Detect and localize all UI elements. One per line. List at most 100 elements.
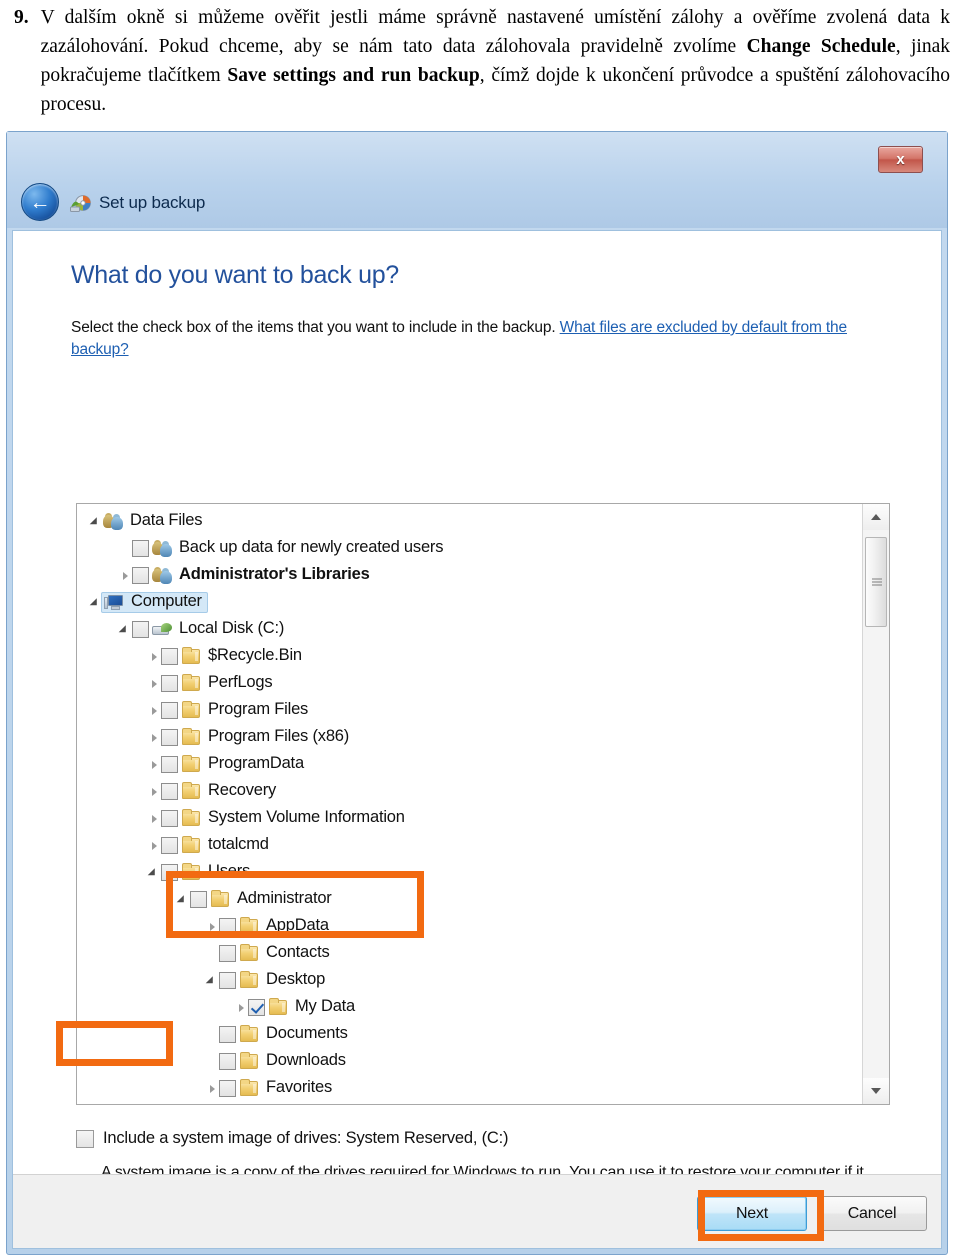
folder-icon [239,1024,260,1044]
scroll-up-icon[interactable] [863,504,889,530]
instruction-text: Select the check box of the items that y… [71,317,881,361]
tree-item-content[interactable]: Contacts [219,943,330,963]
chevron-right-icon[interactable] [145,757,161,773]
tree-row[interactable]: Administrator's Libraries [77,562,862,589]
tree-item-label: Desktop [266,970,326,989]
include-system-image-checkbox[interactable] [76,1129,94,1148]
tree-item-content[interactable]: Administrator [190,889,332,909]
tree-item-checkbox[interactable] [190,891,207,908]
tree-row[interactable]: My Data [77,994,862,1021]
tree-item-content[interactable]: Data Files [103,512,202,531]
tree-item-content[interactable]: Desktop [219,970,326,990]
next-button[interactable]: Next [697,1196,807,1231]
chevron-right-icon[interactable] [145,649,161,665]
tree-item-content[interactable]: Favorites [219,1078,333,1098]
tree-item-checkbox[interactable] [161,675,178,692]
chevron-right-icon[interactable] [203,1081,219,1097]
tree-item-checkbox[interactable] [219,972,236,989]
chevron-down-icon[interactable] [116,622,132,638]
tree-expander-placeholder [203,1054,219,1070]
tree-item-content[interactable]: Administrator's Libraries [132,566,370,585]
chevron-right-icon[interactable] [116,568,132,584]
page-title: What do you want to back up? [71,261,399,289]
chevron-right-icon[interactable] [232,1000,248,1016]
tree-row[interactable]: Computer [77,589,862,616]
tree-item-checkbox[interactable] [219,918,236,935]
scrollbar-thumb[interactable] [865,537,887,627]
tree-row[interactable]: Users [77,859,862,886]
include-system-image-row[interactable]: Include a system image of drives: System… [76,1129,509,1148]
tree-row[interactable]: Documents [77,1021,862,1048]
tree-row[interactable]: Contacts [77,940,862,967]
tree-item-checkbox[interactable] [248,999,265,1016]
tree-item-content[interactable]: My Data [248,997,355,1017]
chevron-down-icon[interactable] [174,892,190,908]
tree-item-checkbox[interactable] [161,783,178,800]
tree-item-checkbox[interactable] [161,837,178,854]
tree-item-checkbox[interactable] [161,729,178,746]
tree-item-checkbox[interactable] [132,567,149,584]
chevron-down-icon[interactable] [145,865,161,881]
chevron-right-icon[interactable] [145,784,161,800]
tree-item-content[interactable]: Back up data for newly created users [132,539,443,558]
tree-row[interactable]: Back up data for newly created users [77,535,862,562]
tree-item-content[interactable]: Users [161,862,250,882]
tree-item-content[interactable]: Recovery [161,781,276,801]
tree-row[interactable]: ProgramData [77,751,862,778]
tree-item-content[interactable]: Local Disk (C:) [132,620,284,639]
chevron-down-icon[interactable] [87,514,103,530]
tree-row[interactable]: Program Files (x86) [77,724,862,751]
back-arrow-icon[interactable]: ← [21,183,59,221]
tree-item-content[interactable]: Program Files (x86) [161,727,349,747]
tree-item-checkbox[interactable] [161,756,178,773]
tree-row[interactable]: PerfLogs [77,670,862,697]
tree-item-checkbox[interactable] [219,1080,236,1097]
chevron-down-icon[interactable] [203,973,219,989]
chevron-right-icon[interactable] [145,811,161,827]
tree-row[interactable]: totalcmd [77,832,862,859]
tree-item-content[interactable]: ProgramData [161,754,304,774]
tree-row[interactable]: Program Files [77,697,862,724]
tree-item-checkbox[interactable] [161,702,178,719]
chevron-right-icon[interactable] [203,919,219,935]
tree-item-content[interactable]: System Volume Information [161,808,405,828]
tree-row[interactable]: Local Disk (C:) [77,616,862,643]
backup-items-tree[interactable]: Data Files Back up data for newly created… [76,503,890,1105]
tree-item-checkbox[interactable] [219,1026,236,1043]
tree-item-checkbox[interactable] [132,621,149,638]
tree-row[interactable]: Desktop [77,967,862,994]
chevron-right-icon[interactable] [145,703,161,719]
breadcrumb[interactable]: Set up backup [99,193,205,213]
cancel-button[interactable]: Cancel [817,1196,927,1231]
tree-row[interactable]: Downloads [77,1048,862,1075]
tree-row[interactable]: Recovery [77,778,862,805]
tree-item-checkbox[interactable] [161,810,178,827]
tree-row[interactable]: Administrator [77,886,862,913]
close-icon[interactable]: x [878,146,923,173]
tree-item-content[interactable]: Computer [101,592,208,613]
tree-item-checkbox[interactable] [219,1053,236,1070]
tree-item-content[interactable]: PerfLogs [161,673,273,693]
tree-item-checkbox[interactable] [161,648,178,665]
tree-item-checkbox[interactable] [161,864,178,881]
chevron-right-icon[interactable] [145,730,161,746]
tree-item-content[interactable]: Program Files [161,700,308,720]
chevron-right-icon[interactable] [145,838,161,854]
tree-row[interactable]: Favorites [77,1075,862,1102]
tree-vertical-scrollbar[interactable] [862,504,889,1104]
tree-item-content[interactable]: Downloads [219,1051,346,1071]
tree-item-checkbox[interactable] [219,945,236,962]
tree-row[interactable]: AppData [77,913,862,940]
tree-row[interactable]: $Recycle.Bin [77,643,862,670]
tree-item-content[interactable]: $Recycle.Bin [161,646,302,666]
tree-row[interactable]: Data Files [77,508,862,535]
tree-item-content[interactable]: Documents [219,1024,348,1044]
tree-row[interactable]: System Volume Information [77,805,862,832]
include-system-image-label: Include a system image of drives: System… [103,1129,509,1147]
scroll-down-icon[interactable] [863,1078,889,1104]
tree-item-content[interactable]: totalcmd [161,835,269,855]
chevron-right-icon[interactable] [145,676,161,692]
tree-item-content[interactable]: AppData [219,916,329,936]
tree-item-label: Favorites [266,1078,333,1097]
tree-item-checkbox[interactable] [132,540,149,557]
